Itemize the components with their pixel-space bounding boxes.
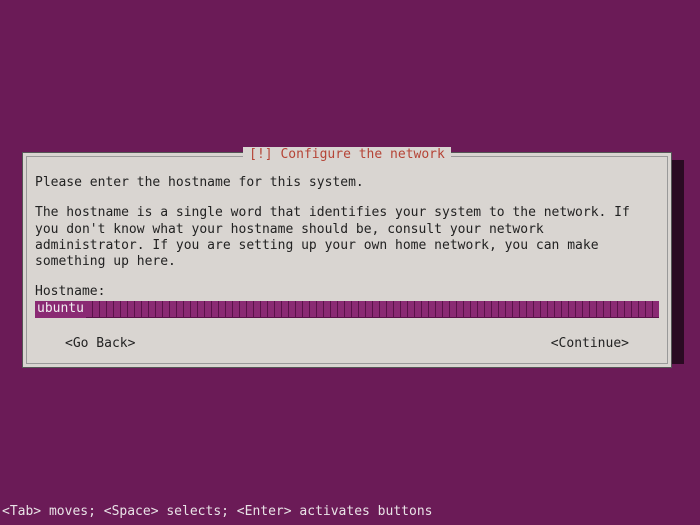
hostname-value[interactable]: ubuntu xyxy=(35,301,86,318)
title-wrap: [!] Configure the network xyxy=(27,147,667,162)
dialog-title: [!] Configure the network xyxy=(243,147,451,162)
description-text: The hostname is a single word that ident… xyxy=(35,205,659,270)
dialog-inner: [!] Configure the network Please enter t… xyxy=(26,156,668,364)
go-back-button[interactable]: <Go Back> xyxy=(65,336,135,351)
hostname-input[interactable]: ubuntu xyxy=(35,301,659,318)
button-row: <Go Back> <Continue> xyxy=(35,336,659,355)
continue-button[interactable]: <Continue> xyxy=(551,336,629,351)
footer-hint: <Tab> moves; <Space> selects; <Enter> ac… xyxy=(2,504,432,519)
hostname-input-fill[interactable] xyxy=(86,301,659,318)
hostname-label: Hostname: xyxy=(35,284,659,299)
configure-network-dialog: [!] Configure the network Please enter t… xyxy=(22,152,672,368)
intro-text: Please enter the hostname for this syste… xyxy=(35,175,659,191)
